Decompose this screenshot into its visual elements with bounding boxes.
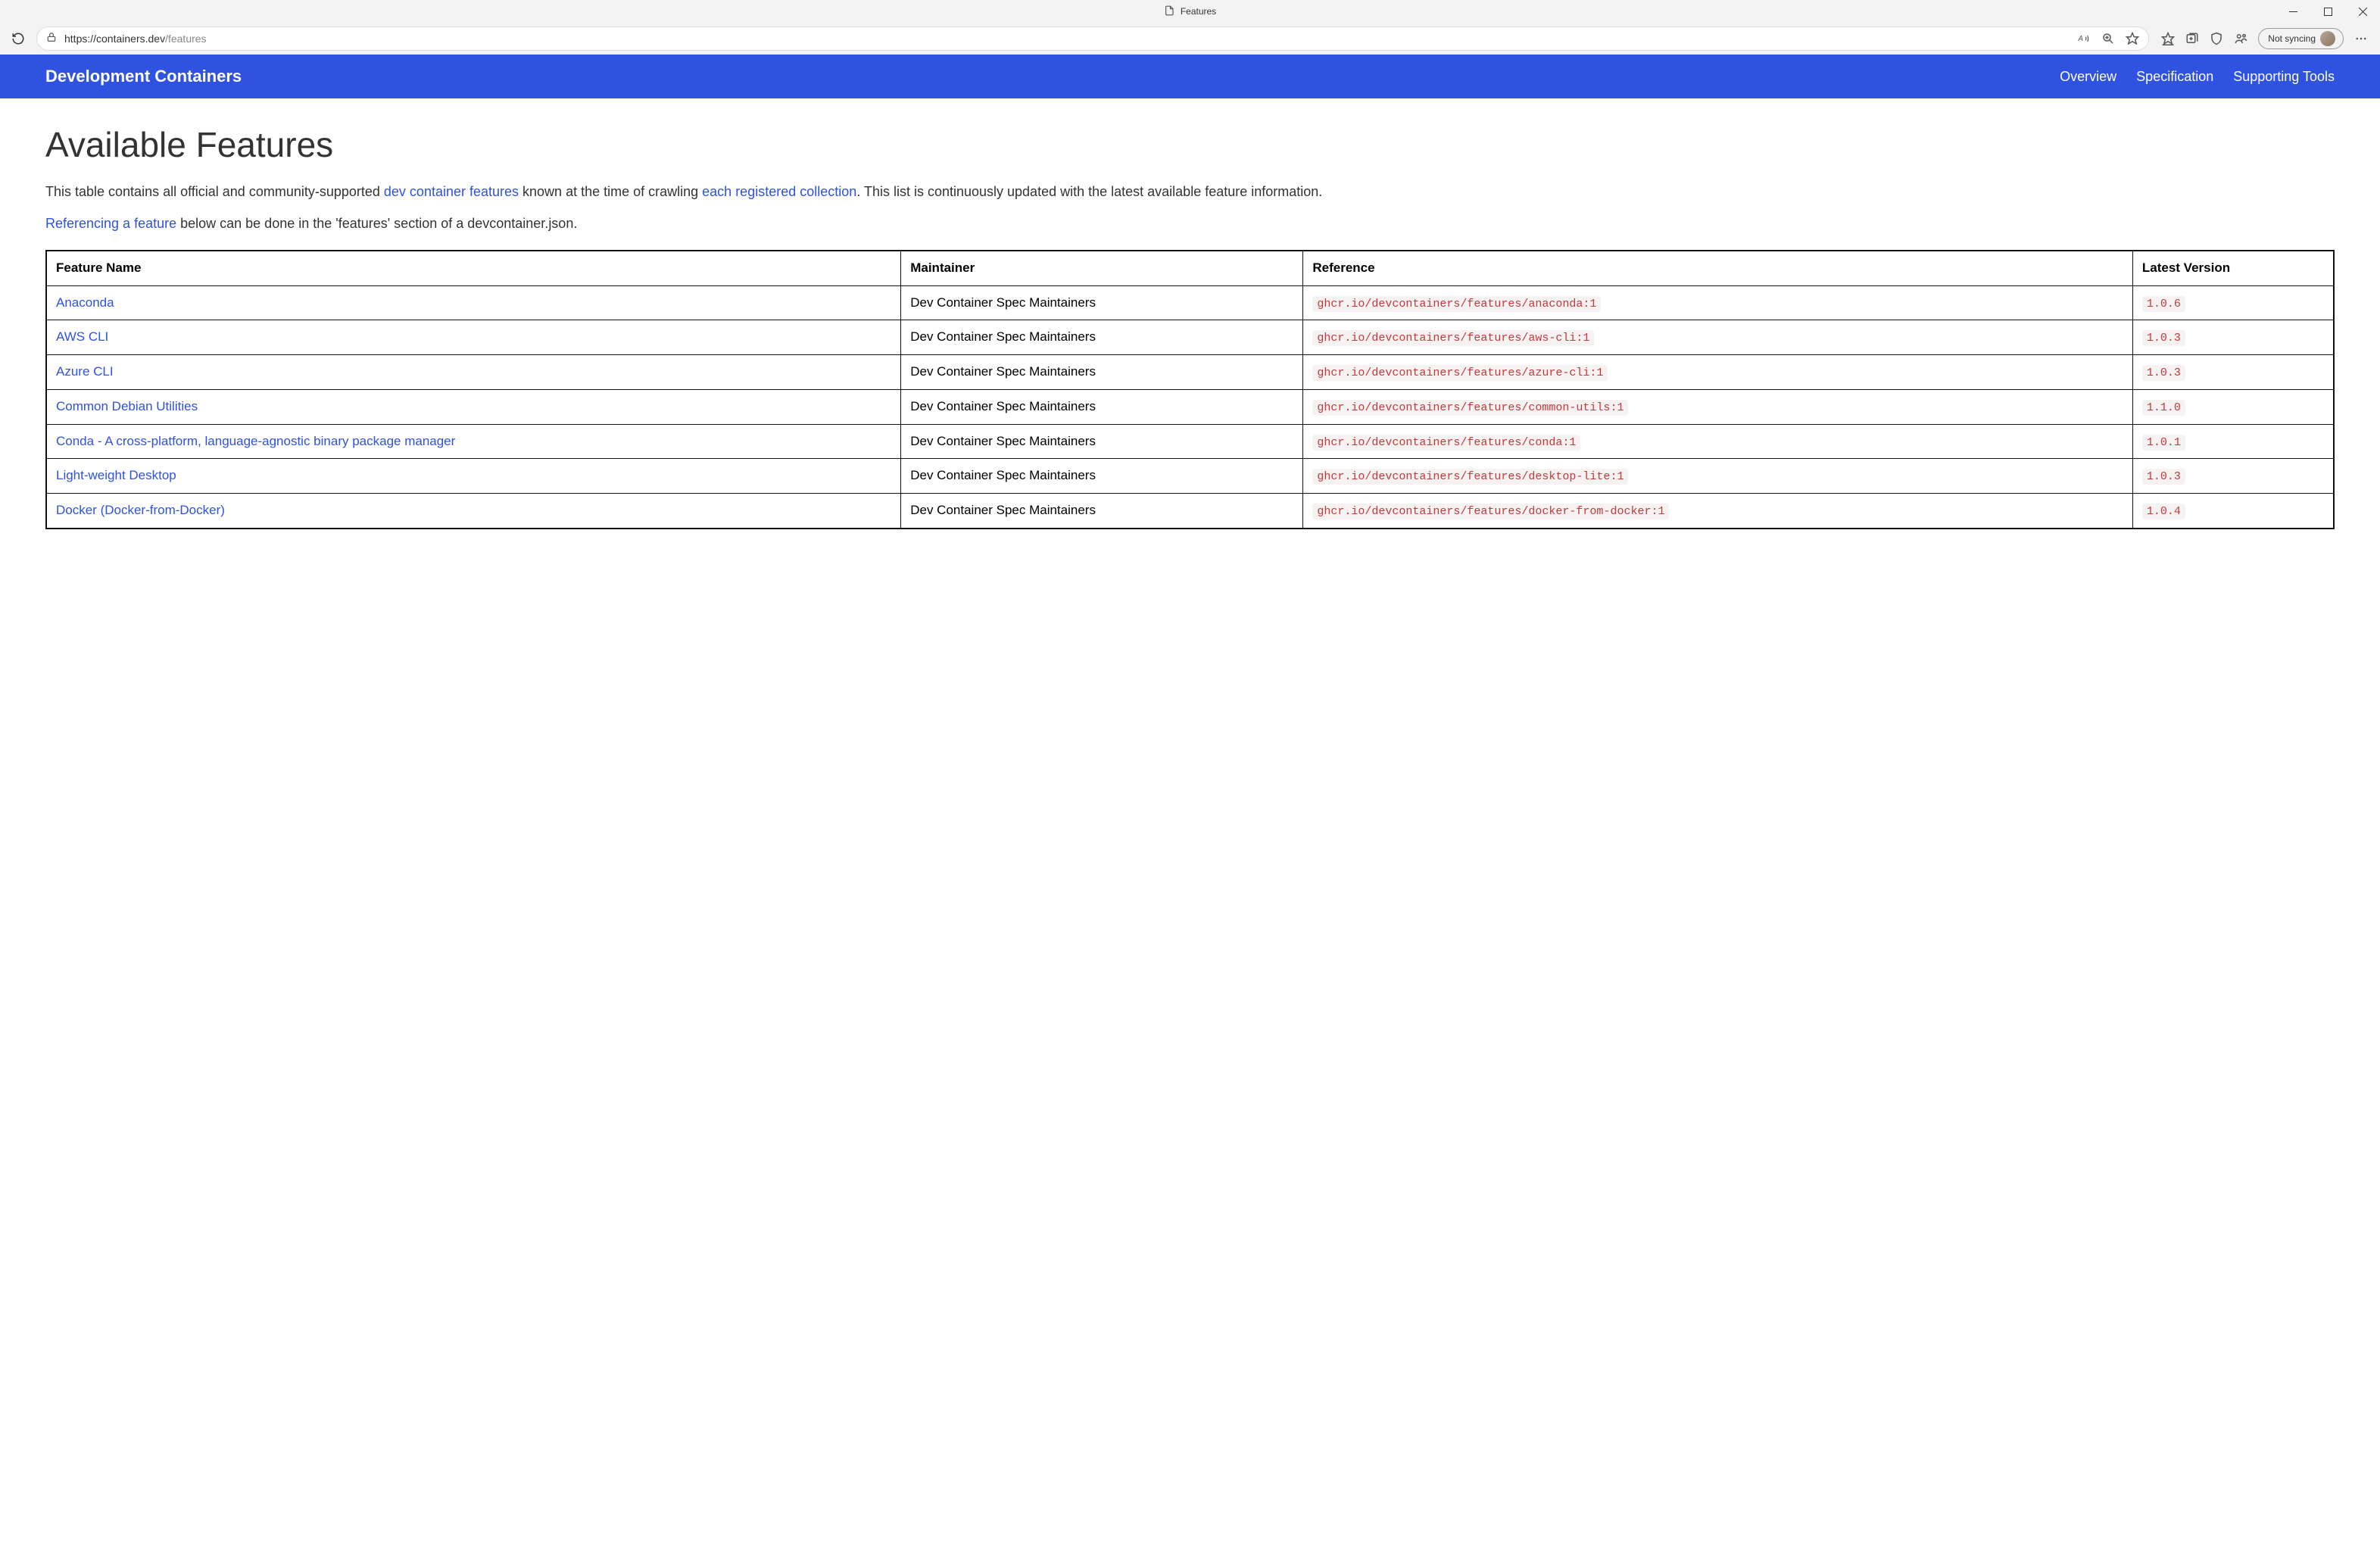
browser-toolbar: https://containers.dev/features A Not sy… [0, 23, 2380, 55]
feature-link[interactable]: Common Debian Utilities [56, 399, 198, 413]
browser-tab[interactable]: Features [1164, 5, 1216, 18]
collections-icon[interactable] [2185, 32, 2199, 45]
favorites-icon[interactable] [2161, 32, 2175, 45]
table-row: Conda - A cross-platform, language-agnos… [46, 424, 2334, 459]
version-code: 1.0.4 [2142, 504, 2185, 519]
version-code: 1.0.3 [2142, 469, 2185, 485]
maintainer-cell: Dev Container Spec Maintainers [901, 424, 1303, 459]
site-header: Development Containers Overview Specific… [0, 55, 2380, 98]
site-brand[interactable]: Development Containers [45, 67, 242, 86]
maintainer-cell: Dev Container Spec Maintainers [901, 389, 1303, 424]
favorite-star-icon[interactable] [2126, 32, 2139, 45]
page-content: Available Features This table contains a… [0, 98, 2380, 555]
window-controls [2276, 0, 2380, 23]
feature-link[interactable]: Light-weight Desktop [56, 468, 176, 482]
sync-status-button[interactable]: Not syncing [2258, 28, 2344, 49]
feature-link[interactable]: Docker (Docker-from-Docker) [56, 503, 225, 517]
title-bar: Features [0, 0, 2380, 23]
maintainer-cell: Dev Container Spec Maintainers [901, 320, 1303, 355]
maximize-button[interactable] [2310, 0, 2345, 23]
person-icon[interactable] [2234, 32, 2247, 45]
lock-icon [46, 32, 57, 46]
col-latest-version: Latest Version [2132, 251, 2334, 285]
reference-code: ghcr.io/devcontainers/features/aws-cli:1 [1312, 330, 1594, 346]
shield-icon[interactable] [2210, 32, 2223, 45]
tab-title: Features [1181, 6, 1216, 17]
avatar-icon [2320, 31, 2335, 46]
url-text: https://containers.dev/features [64, 33, 2070, 45]
col-reference: Reference [1303, 251, 2133, 285]
table-row: Docker (Docker-from-Docker) Dev Container… [46, 494, 2334, 529]
document-icon [1164, 5, 1174, 18]
version-code: 1.0.1 [2142, 435, 2185, 451]
zoom-icon[interactable] [2101, 32, 2115, 45]
table-row: Anaconda Dev Container Spec Maintainers gh… [46, 285, 2334, 320]
address-bar[interactable]: https://containers.dev/features A [36, 27, 2149, 51]
page-viewport[interactable]: Development Containers Overview Specific… [0, 55, 2380, 1550]
reference-code: ghcr.io/devcontainers/features/anaconda:… [1312, 296, 1601, 312]
version-code: 1.1.0 [2142, 400, 2185, 416]
intro-paragraph: This table contains all official and com… [45, 182, 2335, 202]
refresh-button[interactable] [6, 27, 30, 51]
table-header-row: Feature Name Maintainer Reference Latest… [46, 251, 2334, 285]
nav-supporting-tools[interactable]: Supporting Tools [2233, 69, 2335, 85]
table-row: Azure CLI Dev Container Spec Maintainers g… [46, 355, 2334, 390]
features-table: Feature Name Maintainer Reference Latest… [45, 250, 2335, 529]
feature-link[interactable]: Azure CLI [56, 364, 114, 379]
reference-code: ghcr.io/devcontainers/features/desktop-l… [1312, 469, 1628, 485]
nav-links: Overview Specification Supporting Tools [2060, 69, 2335, 85]
link-dev-container-features[interactable]: dev container features [384, 184, 519, 199]
feature-link[interactable]: Anaconda [56, 295, 114, 310]
table-row: Common Debian Utilities Dev Container Spe… [46, 389, 2334, 424]
svg-text:A: A [2078, 35, 2084, 43]
more-icon[interactable] [2354, 32, 2368, 45]
read-aloud-icon[interactable]: A [2077, 32, 2091, 45]
version-code: 1.0.3 [2142, 330, 2185, 346]
page-heading: Available Features [45, 124, 2335, 165]
maintainer-cell: Dev Container Spec Maintainers [901, 355, 1303, 390]
col-feature-name: Feature Name [46, 251, 901, 285]
table-row: AWS CLI Dev Container Spec Maintainers ghc… [46, 320, 2334, 355]
nav-specification[interactable]: Specification [2136, 69, 2213, 85]
maintainer-cell: Dev Container Spec Maintainers [901, 285, 1303, 320]
reference-code: ghcr.io/devcontainers/features/azure-cli… [1312, 365, 1608, 381]
maintainer-cell: Dev Container Spec Maintainers [901, 459, 1303, 494]
reference-code: ghcr.io/devcontainers/features/conda:1 [1312, 435, 1580, 451]
col-maintainer: Maintainer [901, 251, 1303, 285]
link-referencing-a-feature[interactable]: Referencing a feature [45, 216, 176, 231]
close-button[interactable] [2345, 0, 2380, 23]
link-each-registered-collection[interactable]: each registered collection [702, 184, 856, 199]
reference-code: ghcr.io/devcontainers/features/common-ut… [1312, 400, 1628, 416]
sync-label: Not syncing [2268, 33, 2316, 44]
reference-line: Referencing a feature below can be done … [45, 216, 2335, 232]
nav-overview[interactable]: Overview [2060, 69, 2116, 85]
maintainer-cell: Dev Container Spec Maintainers [901, 494, 1303, 529]
version-code: 1.0.3 [2142, 365, 2185, 381]
version-code: 1.0.6 [2142, 296, 2185, 312]
reference-code: ghcr.io/devcontainers/features/docker-fr… [1312, 504, 1669, 519]
minimize-button[interactable] [2276, 0, 2310, 23]
table-row: Light-weight Desktop Dev Container Spec M… [46, 459, 2334, 494]
feature-link[interactable]: AWS CLI [56, 329, 108, 344]
feature-link[interactable]: Conda - A cross-platform, language-agnos… [56, 434, 455, 448]
